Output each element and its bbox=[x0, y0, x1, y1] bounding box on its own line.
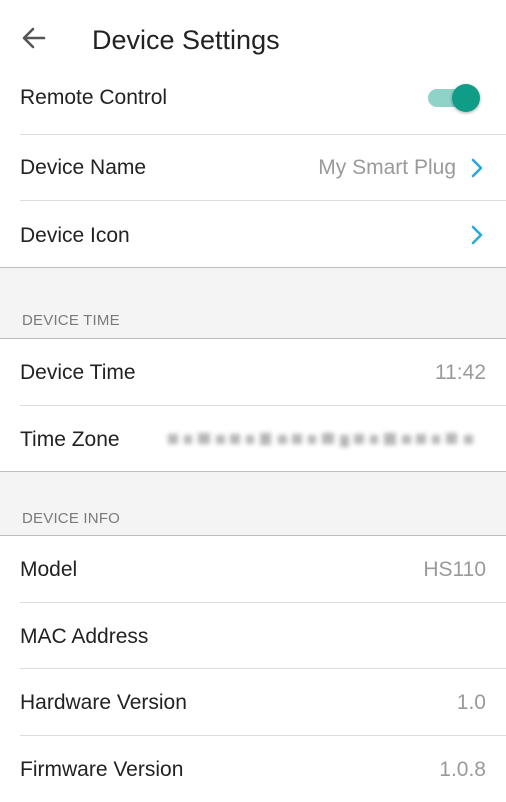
hardware-version-label: Hardware Version bbox=[20, 691, 187, 714]
device-icon-label: Device Icon bbox=[20, 224, 130, 247]
toggle-knob bbox=[452, 84, 480, 112]
firmware-version-value: 1.0.8 bbox=[439, 758, 486, 781]
page-title: Device Settings bbox=[92, 25, 280, 55]
chevron-right-icon bbox=[471, 158, 483, 178]
device-time-value: 11:42 bbox=[435, 361, 486, 384]
firmware-version-row: Firmware Version 1.0.8 bbox=[0, 736, 506, 802]
mac-address-label: MAC Address bbox=[20, 625, 149, 648]
arrow-left-icon bbox=[22, 27, 46, 49]
section-device-info: DEVICE INFO bbox=[0, 472, 506, 535]
firmware-version-label: Firmware Version bbox=[20, 758, 184, 781]
chevron-right-icon bbox=[471, 225, 483, 245]
section-device-time: DEVICE TIME bbox=[0, 268, 506, 338]
device-name-value: My Smart Plug bbox=[318, 156, 456, 179]
mac-address-row: MAC Address bbox=[0, 603, 506, 668]
app-header: Device Settings bbox=[0, 0, 506, 76]
hardware-version-row: Hardware Version 1.0 bbox=[0, 669, 506, 735]
model-row: Model HS110 bbox=[0, 536, 506, 602]
back-button[interactable] bbox=[18, 22, 50, 54]
model-label: Model bbox=[20, 558, 78, 581]
device-name-label: Device Name bbox=[20, 156, 147, 179]
section-title: DEVICE TIME bbox=[22, 312, 120, 329]
time-zone-label: Time Zone bbox=[20, 428, 120, 451]
model-value: HS110 bbox=[423, 558, 486, 581]
device-time-label: Device Time bbox=[20, 361, 136, 384]
hardware-version-value: 1.0 bbox=[456, 691, 486, 714]
device-time-row: Device Time 11:42 bbox=[0, 339, 506, 405]
remote-control-label: Remote Control bbox=[20, 86, 168, 109]
device-icon-row[interactable]: Device Icon bbox=[0, 201, 506, 267]
remote-control-toggle[interactable] bbox=[426, 84, 480, 112]
time-zone-value-obscured bbox=[168, 433, 473, 447]
section-title: DEVICE INFO bbox=[22, 510, 121, 527]
device-name-row[interactable]: Device Name My Smart Plug bbox=[0, 135, 506, 200]
